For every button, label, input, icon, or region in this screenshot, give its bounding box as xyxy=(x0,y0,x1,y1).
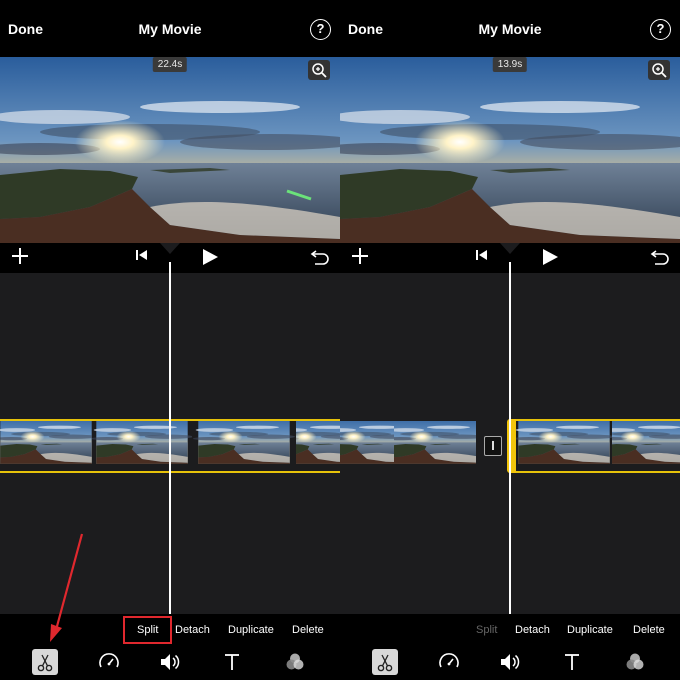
play-icon[interactable] xyxy=(541,248,559,266)
editor-panel-before: Done My Movie ? 22.4s Split Detach Dupli… xyxy=(0,0,340,680)
clip-thumbnail xyxy=(612,421,680,471)
scissors-icon[interactable] xyxy=(372,649,398,675)
clip-thumbnail xyxy=(92,421,192,471)
text-icon[interactable] xyxy=(219,649,245,675)
project-title: My Movie xyxy=(478,21,542,37)
filters-icon[interactable] xyxy=(282,649,308,675)
zoom-icon[interactable] xyxy=(648,60,670,80)
split-point-marker[interactable] xyxy=(484,436,502,456)
video-preview[interactable]: 22.4s xyxy=(0,57,340,243)
clip-thumbnail xyxy=(516,421,612,471)
duplicate-button[interactable]: Duplicate xyxy=(567,624,613,636)
clip-actions-bar: Split Detach Duplicate Delete xyxy=(340,614,680,646)
timecode-badge: 22.4s xyxy=(152,57,188,72)
play-icon[interactable] xyxy=(201,248,219,266)
add-media-icon[interactable] xyxy=(350,246,370,266)
volume-icon[interactable] xyxy=(497,649,523,675)
clip-thumbnail xyxy=(192,421,296,471)
clip-thumbnail xyxy=(296,421,340,471)
detach-button[interactable]: Detach xyxy=(515,624,550,636)
speed-icon[interactable] xyxy=(436,649,462,675)
top-bar: Done My Movie ? xyxy=(0,0,340,57)
playhead[interactable] xyxy=(169,262,171,614)
split-button[interactable]: Split xyxy=(476,624,497,636)
add-media-icon[interactable] xyxy=(10,246,30,266)
playhead-notch xyxy=(500,243,520,254)
delete-button[interactable]: Delete xyxy=(633,624,665,636)
video-clip-second-part-selected[interactable] xyxy=(516,419,680,473)
help-button[interactable]: ? xyxy=(650,19,671,40)
text-icon[interactable] xyxy=(559,649,585,675)
scissors-icon[interactable] xyxy=(32,649,58,675)
speed-icon[interactable] xyxy=(96,649,122,675)
clip-thumbnail xyxy=(0,421,92,471)
tool-bar xyxy=(340,646,680,680)
detach-button[interactable]: Detach xyxy=(175,624,210,636)
help-button[interactable]: ? xyxy=(310,19,331,40)
split-highlight-box xyxy=(123,616,172,644)
playhead-notch xyxy=(160,243,180,254)
playhead[interactable] xyxy=(509,262,511,614)
undo-icon[interactable] xyxy=(310,248,330,266)
tool-bar xyxy=(0,646,340,680)
undo-icon[interactable] xyxy=(650,248,670,266)
project-title: My Movie xyxy=(138,21,202,37)
skip-to-start-icon[interactable] xyxy=(475,248,489,262)
duplicate-button[interactable]: Duplicate xyxy=(228,624,274,636)
top-bar: Done My Movie ? xyxy=(340,0,680,57)
timecode-badge: 13.9s xyxy=(492,57,528,72)
delete-button[interactable]: Delete xyxy=(292,624,324,636)
clip-thumbnail xyxy=(394,421,476,471)
zoom-icon[interactable] xyxy=(308,60,330,80)
preview-frame xyxy=(340,57,680,243)
volume-icon[interactable] xyxy=(157,649,183,675)
filters-icon[interactable] xyxy=(622,649,648,675)
clip-thumbnail xyxy=(340,421,394,471)
skip-to-start-icon[interactable] xyxy=(135,248,149,262)
editor-panel-after: Done My Movie ? 13.9s Split Detach Dupli… xyxy=(340,0,680,680)
preview-frame xyxy=(0,57,340,243)
video-preview[interactable]: 13.9s xyxy=(340,57,680,243)
video-clip-first-part[interactable] xyxy=(340,421,476,471)
